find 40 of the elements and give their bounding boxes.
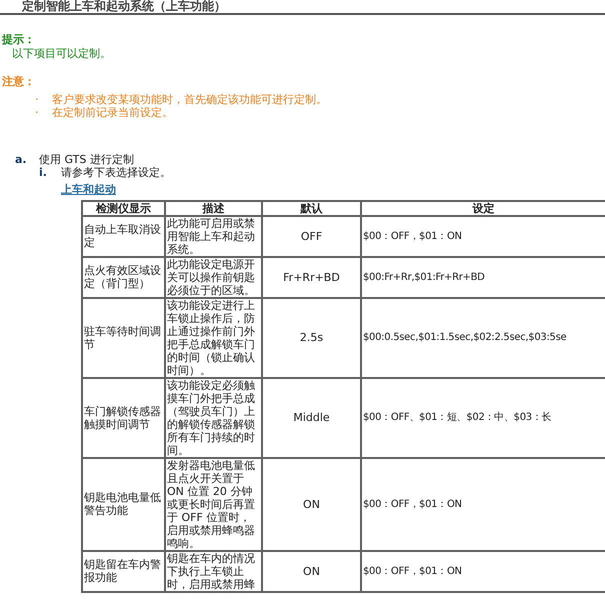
caution-text: 在定制前记录当前设定。 [52, 106, 173, 119]
table-cell: 点火有效区域设定（背门型） [82, 256, 165, 298]
table-cell: 钥匙留在车内警报功能 [82, 550, 165, 592]
table-cell: 钥匙电池电量低警告功能 [82, 458, 165, 550]
table-cell: 该功能设定必须触摸车门外把手总成（驾驶员车门）上的解锁传感器解锁所有车门持续的时间。 [165, 378, 262, 458]
caution-text: 客户要求改变某项功能时，首先确定该功能可进行定制。 [52, 93, 327, 106]
hint-text: 以下项目可以定制。 [11, 47, 112, 61]
table-cell: 此功能设定电源开关可以操作前钥匙必须位于的区域。 [165, 256, 262, 298]
table-cell: 驻车等待时间调节 [82, 298, 165, 378]
caution-label: 注意： [2, 75, 36, 89]
table-cell: $00：OFF，$01：ON [361, 458, 605, 550]
step-text: 使用 GTS 进行定制 [39, 153, 134, 166]
table-cell: $00:0.5sec,$01:1.5sec,$02:2.5sec,$03:5se [361, 298, 605, 378]
table-cell: 车门解锁传感器触摸时间调节 [82, 378, 165, 458]
table-cell: OFF [262, 216, 361, 256]
table-cell: Fr+Rr+BD [262, 256, 361, 298]
column-header: 描述 [165, 200, 262, 216]
column-header: 设定 [361, 200, 605, 216]
column-header: 默认 [262, 200, 361, 216]
bullet-mark: · [35, 93, 40, 106]
column-header: 检测仪显示 [82, 200, 165, 216]
table-cell: 此功能可启用或禁用智能上车和起动系统。 [165, 216, 262, 256]
table-cell: 自动上车取消设定 [82, 216, 165, 256]
table-cell: 发射器电池电量低且点火开关置于 ON 位置 20 分钟或更长时间后再置于 OFF 位置时，启用或禁用蜂鸣器鸣响。 [165, 458, 262, 550]
table-cell: 该功能设定进行上车锁止操作后，防止通过操作前门外把手总成解锁车门的时间（锁止确认时间）。 [165, 298, 262, 378]
step-marker: a. [15, 153, 28, 166]
table-title: 上车和起动 [61, 183, 116, 196]
table-cell: Middle [262, 378, 361, 458]
table-cell: ON [262, 550, 361, 592]
substep-text: 请参考下表选择设定。 [61, 166, 171, 179]
hint-label: 提示： [2, 33, 36, 47]
table-cell: 钥匙在车内的情况下执行上车锁止时，启用或禁用蜂 [165, 550, 262, 592]
table-cell: $00:Fr+Rr,$01:Fr+Rr+BD [361, 256, 605, 298]
bullet-mark: · [35, 106, 40, 119]
table-cell: $00：OFF，$01：ON [361, 216, 605, 256]
substep-marker: i. [39, 166, 48, 179]
table-cell: 2.5s [262, 298, 361, 378]
table-cell: ON [262, 458, 361, 550]
table-cell: $00：OFF、$01：短、$02：中、$03：长 [361, 378, 605, 458]
table-cell: $00：OFF，$01：ON [361, 550, 605, 592]
